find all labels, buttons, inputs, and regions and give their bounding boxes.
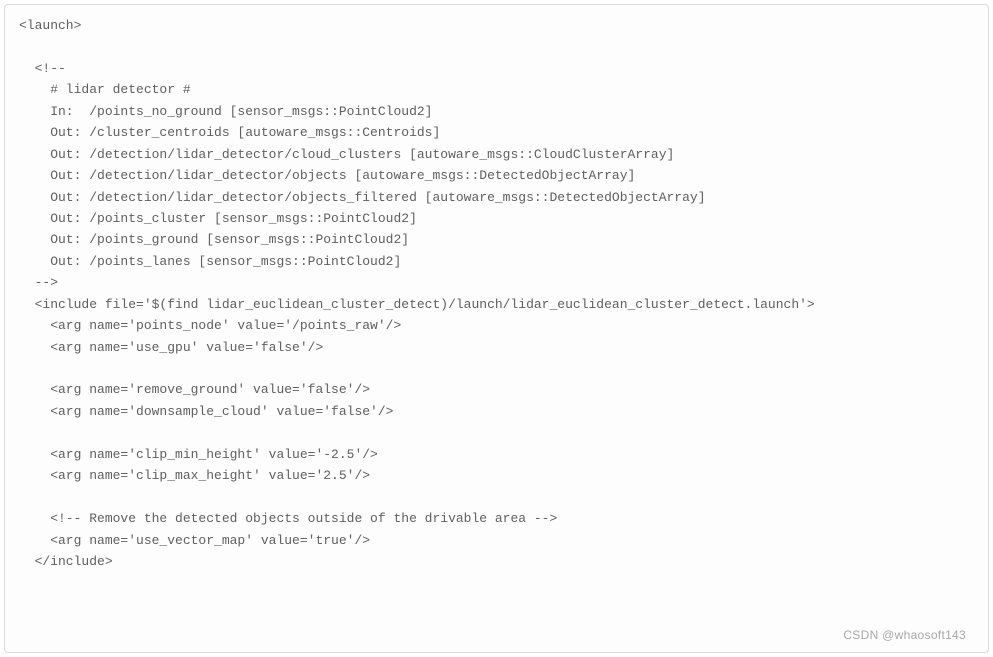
code-container: <launch> <!-- # lidar detector # In: /po… [4,4,989,653]
code-block: <launch> <!-- # lidar detector # In: /po… [5,5,988,582]
watermark: CSDN @whaosoft143 [843,626,966,646]
